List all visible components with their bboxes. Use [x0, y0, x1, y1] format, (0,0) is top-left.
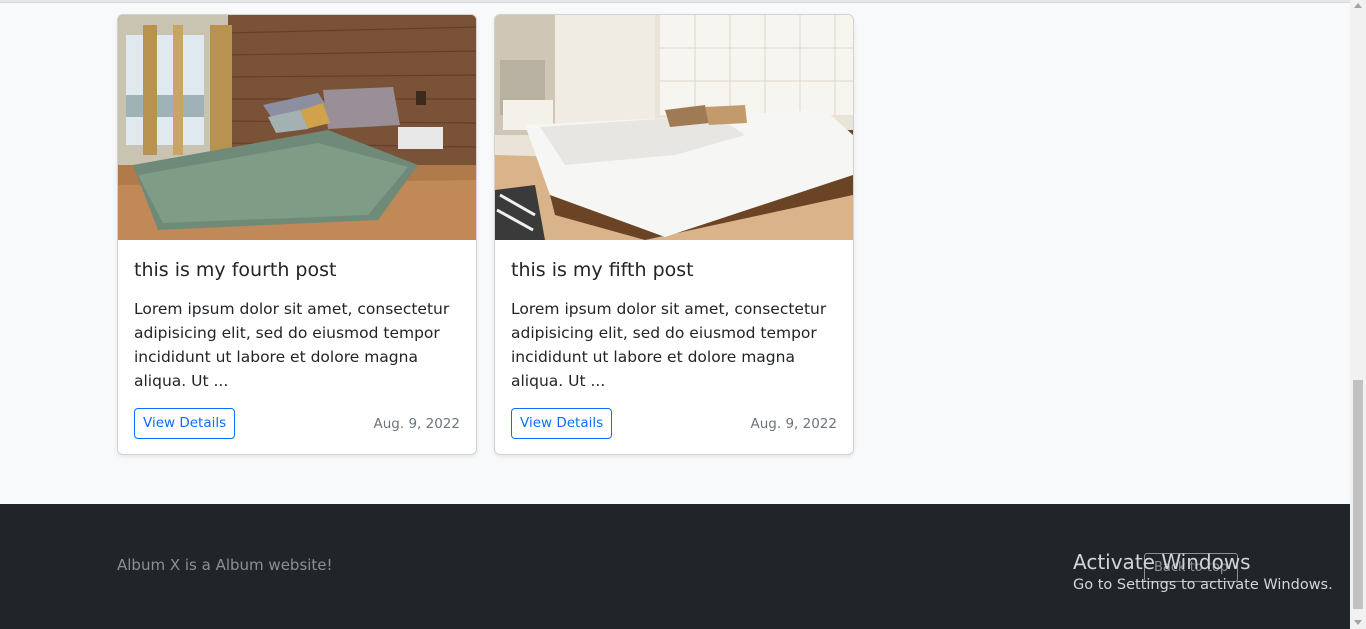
vertical-scrollbar[interactable] — [1350, 0, 1366, 629]
view-details-button[interactable]: View Details — [511, 408, 613, 439]
post-excerpt: Lorem ipsum dolor sit amet, consectetur … — [134, 300, 450, 390]
scroll-up-arrow-icon[interactable] — [1354, 3, 1362, 8]
post-card: this is my fifth post Lorem ipsum dolor … — [494, 14, 854, 455]
scrollbar-thumb[interactable] — [1353, 380, 1363, 609]
bedroom-wood-wall-image — [118, 15, 476, 240]
post-title: this is my fourth post — [134, 259, 337, 281]
post-excerpt: Lorem ipsum dolor sit amet, consectetur … — [511, 300, 827, 390]
top-border — [0, 0, 1350, 3]
footer-text: Album X is a Album website! — [117, 556, 333, 574]
back-to-top-button[interactable]: Back to top — [1144, 553, 1239, 582]
post-title: this is my fifth post — [511, 259, 694, 281]
bedroom-white-image — [495, 15, 853, 240]
post-card: this is my fourth post Lorem ipsum dolor… — [117, 14, 477, 455]
scroll-down-arrow-icon[interactable] — [1354, 620, 1362, 625]
post-date: Aug. 9, 2022 — [373, 416, 460, 432]
post-date: Aug. 9, 2022 — [750, 416, 837, 432]
view-details-button[interactable]: View Details — [134, 408, 236, 439]
site-footer: Album X is a Album website! Back to top — [0, 504, 1350, 629]
